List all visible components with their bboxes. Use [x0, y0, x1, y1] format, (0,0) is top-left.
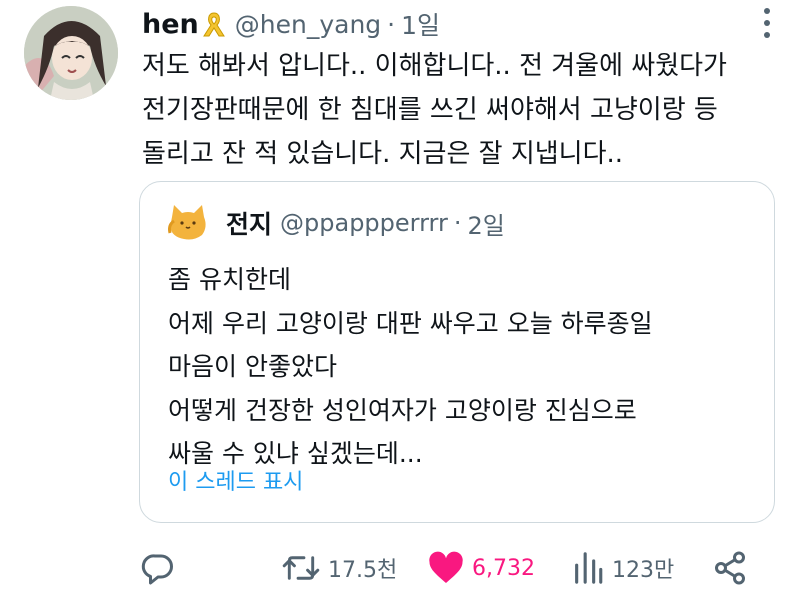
tweet-header: hen @hen_yang · 1일	[142, 4, 440, 44]
action-bar: 17.5천 6,732 123만	[0, 540, 800, 596]
quoted-author-handle[interactable]: @ppappperrrr	[280, 209, 448, 237]
quoted-tweet-card[interactable]: 전지 @ppappperrrr · 2일 좀 유치한데 어제 우리 고양이랑 대…	[139, 181, 775, 523]
tweet-line: 전기장판때문에 한 침대를 쓰긴 써야해서 고냥이랑 등	[142, 95, 718, 125]
tweet-text: 저도 해봐서 압니다.. 이해합니다.. 전 겨울에 싸웠다가 전기장판때문에 …	[142, 44, 782, 176]
reply-button[interactable]	[140, 540, 176, 596]
share-icon	[715, 551, 745, 585]
retweet-icon	[282, 556, 320, 580]
yellow-ribbon-icon	[201, 10, 227, 38]
author-handle[interactable]: @hen_yang	[235, 10, 381, 39]
quoted-line: 마음이 안좋았다	[168, 352, 337, 381]
views-chart-icon	[575, 552, 603, 584]
quoted-time[interactable]: 2일	[468, 206, 505, 241]
quoted-avatar[interactable]	[164, 199, 212, 247]
quoted-header: 전지 @ppappperrrr · 2일	[164, 198, 505, 248]
like-count: 6,732	[472, 555, 535, 581]
reply-icon	[141, 554, 173, 585]
views-count: 123만	[612, 558, 675, 583]
share-button[interactable]	[712, 540, 748, 596]
quoted-text: 좀 유치한데 어제 우리 고양이랑 대판 싸우고 오늘 하루종일 마음이 안좋았…	[168, 258, 768, 476]
tweet-time[interactable]: 1일	[401, 6, 440, 42]
retweet-button[interactable]: 17.5천	[282, 540, 397, 596]
views-button[interactable]: 123만	[572, 540, 674, 596]
author-name[interactable]: hen	[142, 9, 199, 40]
show-thread-link[interactable]: 이 스레드 표시	[168, 464, 303, 496]
more-options-icon[interactable]	[762, 8, 772, 38]
separator-dot: ·	[387, 9, 396, 39]
heart-icon	[429, 551, 463, 583]
quoted-line: 어제 우리 고양이랑 대판 싸우고 오늘 하루종일	[168, 308, 653, 338]
tweet-line: 저도 해봐서 압니다.. 이해합니다.. 전 겨울에 싸웠다가	[142, 51, 727, 81]
retweet-count: 17.5천	[328, 558, 398, 583]
author-avatar[interactable]	[24, 6, 118, 100]
quoted-line: 좀 유치한데	[168, 265, 291, 294]
like-button[interactable]: 6,732	[428, 540, 535, 596]
tweet-line: 돌리고 잔 적 있습니다. 지금은 잘 지냅니다..	[142, 139, 624, 169]
quoted-line: 어떻게 건장한 성인여자가 고양이랑 진심으로	[168, 395, 637, 425]
separator-dot: ·	[453, 209, 462, 237]
quoted-author-name[interactable]: 전지	[226, 205, 272, 241]
